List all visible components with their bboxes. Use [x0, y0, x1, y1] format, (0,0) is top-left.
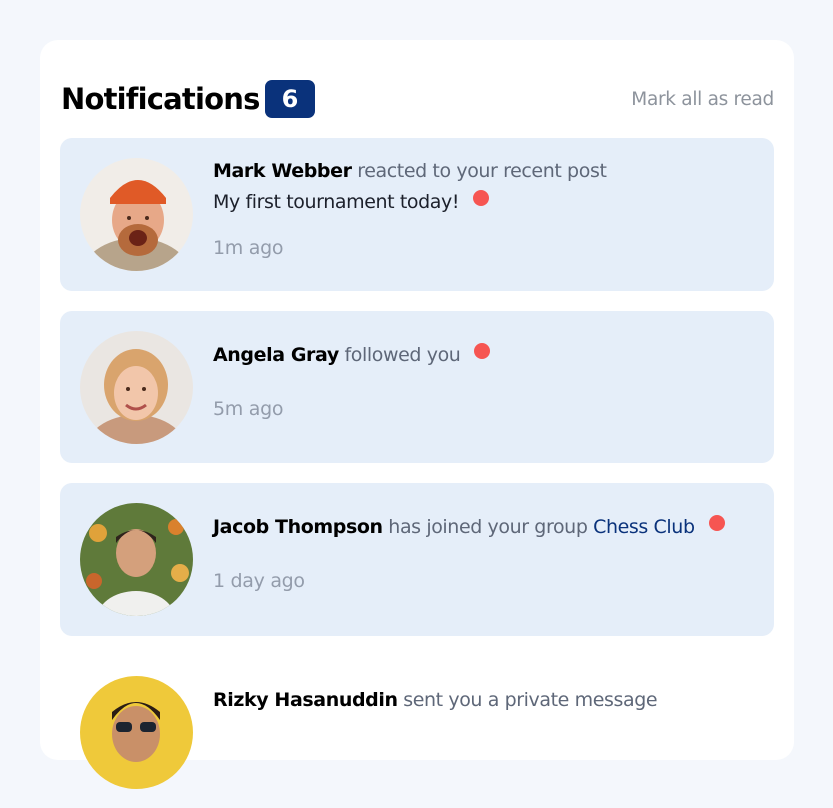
notifications-card: Notifications 6 Mark all as read Mark We… [40, 40, 794, 789]
notification-text: Rizky Hasanuddin sent you a private mess… [213, 689, 658, 711]
notification-item[interactable]: Jacob Thompson has joined your group Che… [60, 483, 774, 636]
unread-dot [473, 190, 490, 206]
notification-text: Jacob Thompson has joined your group Che… [213, 515, 725, 538]
notification-item[interactable]: Angela Gray followed you 5m ago [60, 311, 774, 463]
notification-post-line: My first tournament today! [213, 190, 490, 213]
user-name-link[interactable]: Mark Webber [213, 160, 352, 182]
avatar[interactable] [80, 503, 193, 616]
notification-text: Angela Gray followed you [213, 343, 491, 366]
notification-time: 1m ago [213, 237, 284, 259]
user-name-link[interactable]: Jacob Thompson [213, 516, 383, 538]
notification-time: 1 day ago [213, 570, 305, 592]
post-link[interactable]: My first tournament today! [213, 191, 459, 213]
avatar[interactable] [80, 331, 193, 444]
group-link[interactable]: Chess Club [593, 516, 695, 538]
unread-dot [708, 515, 725, 531]
notification-action: followed you [344, 344, 461, 366]
user-name-link[interactable]: Rizky Hasanuddin [213, 689, 398, 711]
notification-time: 5m ago [213, 398, 284, 420]
mark-all-read-button[interactable]: Mark all as read [631, 89, 774, 110]
notifications-header: Notifications 6 Mark all as read [61, 80, 774, 118]
notification-action: has joined your group [388, 516, 588, 538]
unread-dot [474, 343, 491, 359]
user-name-link[interactable]: Angela Gray [213, 344, 339, 366]
notification-item[interactable]: Mark Webber reacted to your recent post … [60, 138, 774, 291]
notification-action: reacted to your recent post [357, 160, 607, 182]
unread-count-badge: 6 [265, 80, 315, 118]
notification-item[interactable]: Rizky Hasanuddin sent you a private mess… [60, 656, 774, 808]
notification-action: sent you a private message [403, 689, 658, 711]
avatar[interactable] [80, 676, 193, 789]
page-title: Notifications [61, 82, 260, 116]
avatar[interactable] [80, 158, 193, 271]
notification-text: Mark Webber reacted to your recent post [213, 160, 607, 182]
